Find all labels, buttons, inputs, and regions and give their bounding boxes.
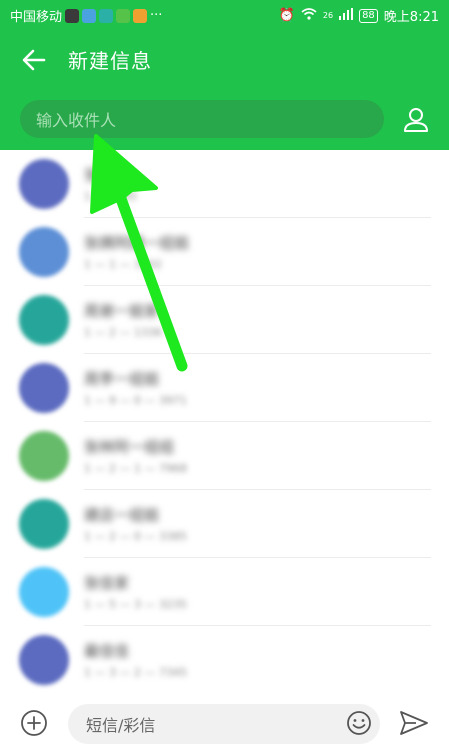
add-attachment-icon[interactable] bbox=[20, 709, 48, 737]
send-icon[interactable] bbox=[398, 708, 430, 738]
avatar bbox=[19, 567, 69, 617]
signal-icon bbox=[339, 7, 354, 24]
avatar bbox=[19, 363, 69, 413]
list-item[interactable]: 张林阿一组组 1 — 2 — 1 — 7968 bbox=[0, 422, 449, 490]
contact-list: 张三 1 — 7345 张姨阿姨一组姐 1 — 1 — 3302 周谢一姐家 1… bbox=[0, 150, 449, 690]
contact-number: 1 — 7345 bbox=[84, 190, 137, 203]
contact-number: 1 — 2 — 1336 bbox=[84, 326, 162, 339]
play-icon bbox=[116, 8, 131, 23]
contact-number: 1 — 1 — 3302 bbox=[84, 258, 162, 271]
contact-number: 1 — 5 — 3 — 3235 bbox=[84, 598, 187, 611]
back-arrow-icon[interactable] bbox=[18, 44, 50, 76]
recipient-input[interactable] bbox=[34, 100, 368, 140]
list-item[interactable]: 周李一组姐 1 — 9 — 0 — 3971 bbox=[0, 354, 449, 422]
message-field-container bbox=[68, 704, 380, 746]
contact-number: 1 — 2 — 1 — 7968 bbox=[84, 462, 187, 475]
maps-icon bbox=[133, 8, 148, 23]
avatar bbox=[19, 295, 69, 345]
list-item[interactable]: 最佳佳 1 — 3 — 2 — 7345 bbox=[0, 626, 449, 690]
list-item[interactable]: 张佳家 1 — 5 — 3 — 3235 bbox=[0, 558, 449, 626]
page-title: 新建信息 bbox=[68, 49, 152, 73]
more-notifications-label: ··· bbox=[150, 8, 163, 23]
list-item[interactable]: 张姨阿姨一组姐 1 — 1 — 3302 bbox=[0, 218, 449, 286]
list-item[interactable]: 建店一组姐 1 — 2 — 0 — 3385 bbox=[0, 490, 449, 558]
contact-number: 1 — 3 — 2 — 7345 bbox=[84, 666, 187, 679]
contact-name: 张佳家 bbox=[84, 574, 130, 592]
contact-number: 1 — 9 — 0 — 3971 bbox=[84, 394, 187, 407]
contact-name: 张姨阿姨一组姐 bbox=[84, 234, 190, 252]
list-item[interactable]: 张三 1 — 7345 bbox=[0, 150, 449, 218]
browser-icon bbox=[82, 8, 97, 23]
message-input[interactable] bbox=[84, 704, 338, 746]
emoji-icon[interactable] bbox=[346, 710, 372, 736]
wifi-icon bbox=[301, 7, 317, 24]
status-bar: 中国移动 ··· ⏰ 26 88 晚上8:21 bbox=[0, 0, 449, 30]
contact-name: 张林阿一组组 bbox=[84, 438, 175, 456]
recipient-field-container bbox=[20, 100, 384, 140]
video-icon bbox=[99, 8, 114, 23]
list-item[interactable]: 周谢一姐家 1 — 2 — 1336 bbox=[0, 286, 449, 354]
gallery-icon bbox=[65, 8, 80, 23]
app-bar: 新建信息 bbox=[0, 30, 449, 90]
contact-name: 周谢一姐家 bbox=[84, 302, 160, 320]
alarm-icon: ⏰ bbox=[278, 8, 295, 23]
avatar bbox=[19, 499, 69, 549]
contact-name: 建店一组姐 bbox=[84, 506, 160, 524]
network-label: 26 bbox=[322, 11, 334, 20]
clock-label: 晚上8:21 bbox=[383, 10, 439, 25]
battery-indicator: 88 bbox=[359, 8, 378, 23]
avatar bbox=[19, 431, 69, 481]
contact-name: 周李一组姐 bbox=[84, 370, 160, 388]
contact-number: 1 — 2 — 0 — 3385 bbox=[84, 530, 187, 543]
header-panel: 中国移动 ··· ⏰ 26 88 晚上8:21 新建信息 bbox=[0, 0, 449, 150]
carrier-label: 中国移动 bbox=[10, 10, 63, 25]
avatar bbox=[19, 635, 69, 685]
avatar bbox=[19, 159, 69, 209]
contact-name: 张三 bbox=[84, 166, 115, 184]
contact-name: 最佳佳 bbox=[84, 642, 130, 660]
avatar bbox=[19, 227, 69, 277]
composer-bar bbox=[0, 696, 449, 752]
contact-picker-icon[interactable] bbox=[400, 104, 432, 136]
